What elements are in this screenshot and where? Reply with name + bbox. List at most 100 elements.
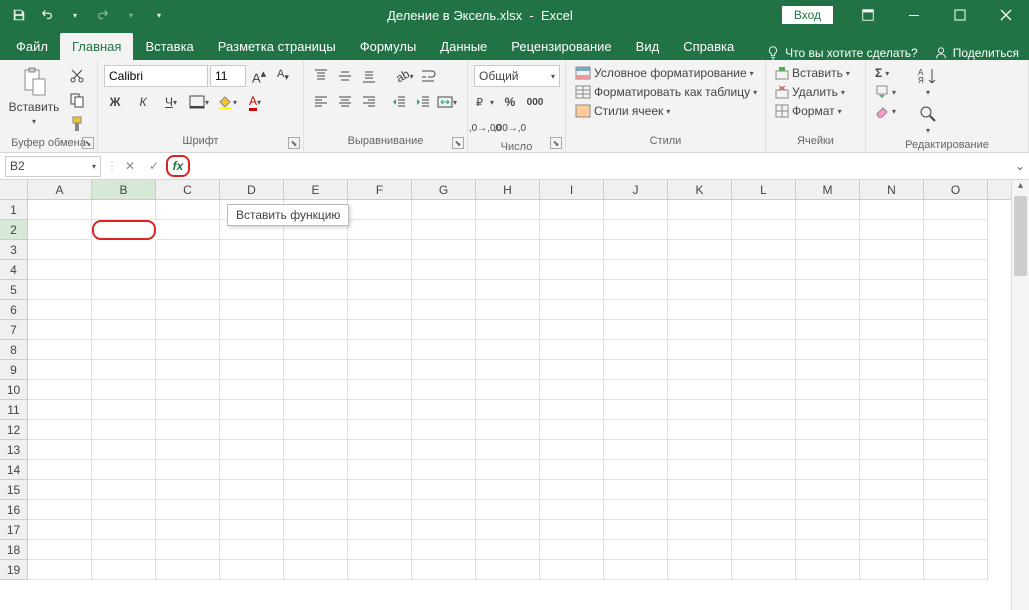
cell-G16[interactable] xyxy=(412,500,476,520)
cell-G14[interactable] xyxy=(412,460,476,480)
cell-D3[interactable] xyxy=(220,240,284,260)
cell-I13[interactable] xyxy=(540,440,604,460)
cell-G5[interactable] xyxy=(412,280,476,300)
cell-J16[interactable] xyxy=(604,500,668,520)
cell-K11[interactable] xyxy=(668,400,732,420)
cell-L13[interactable] xyxy=(732,440,796,460)
cell-B11[interactable] xyxy=(92,400,156,420)
increase-indent-button[interactable] xyxy=(412,91,434,113)
comma-button[interactable]: 000 xyxy=(524,91,546,113)
row-header-18[interactable]: 18 xyxy=(0,540,28,560)
cell-O12[interactable] xyxy=(924,420,988,440)
orientation-button[interactable]: ab▾ xyxy=(394,65,416,87)
cell-H9[interactable] xyxy=(476,360,540,380)
cell-I7[interactable] xyxy=(540,320,604,340)
column-header-A[interactable]: A xyxy=(28,180,92,199)
cell-F4[interactable] xyxy=(348,260,412,280)
cell-L19[interactable] xyxy=(732,560,796,580)
cell-K12[interactable] xyxy=(668,420,732,440)
cell-D9[interactable] xyxy=(220,360,284,380)
cell-E11[interactable] xyxy=(284,400,348,420)
cell-J5[interactable] xyxy=(604,280,668,300)
cell-K6[interactable] xyxy=(668,300,732,320)
paste-button[interactable]: Вставить ▾ xyxy=(6,65,62,128)
row-header-10[interactable]: 10 xyxy=(0,380,28,400)
cell-L17[interactable] xyxy=(732,520,796,540)
cell-N4[interactable] xyxy=(860,260,924,280)
cell-A16[interactable] xyxy=(28,500,92,520)
align-right-button[interactable] xyxy=(358,91,380,113)
cell-styles-button[interactable]: Стили ячеек▾ xyxy=(572,103,673,119)
autosum-button[interactable]: Σ▾ xyxy=(872,65,899,81)
cell-N5[interactable] xyxy=(860,280,924,300)
cell-B1[interactable] xyxy=(92,200,156,220)
cell-I19[interactable] xyxy=(540,560,604,580)
ribbon-display-options[interactable] xyxy=(845,0,891,30)
cell-F3[interactable] xyxy=(348,240,412,260)
close-button[interactable] xyxy=(983,0,1029,30)
cell-H14[interactable] xyxy=(476,460,540,480)
italic-button[interactable]: К xyxy=(132,91,154,113)
cell-M12[interactable] xyxy=(796,420,860,440)
cell-L2[interactable] xyxy=(732,220,796,240)
cell-E18[interactable] xyxy=(284,540,348,560)
cell-J11[interactable] xyxy=(604,400,668,420)
row-header-12[interactable]: 12 xyxy=(0,420,28,440)
cell-H10[interactable] xyxy=(476,380,540,400)
cell-G13[interactable] xyxy=(412,440,476,460)
cell-N1[interactable] xyxy=(860,200,924,220)
cell-K1[interactable] xyxy=(668,200,732,220)
find-select-button[interactable]: ▾ xyxy=(907,103,949,137)
cell-L18[interactable] xyxy=(732,540,796,560)
cell-I10[interactable] xyxy=(540,380,604,400)
cell-J2[interactable] xyxy=(604,220,668,240)
cell-F15[interactable] xyxy=(348,480,412,500)
align-left-button[interactable] xyxy=(310,91,332,113)
cell-K10[interactable] xyxy=(668,380,732,400)
row-header-17[interactable]: 17 xyxy=(0,520,28,540)
cell-O11[interactable] xyxy=(924,400,988,420)
cell-I16[interactable] xyxy=(540,500,604,520)
cell-B2[interactable] xyxy=(92,220,156,240)
cell-G17[interactable] xyxy=(412,520,476,540)
row-header-8[interactable]: 8 xyxy=(0,340,28,360)
cell-H1[interactable] xyxy=(476,200,540,220)
cell-N11[interactable] xyxy=(860,400,924,420)
cell-E13[interactable] xyxy=(284,440,348,460)
cell-K4[interactable] xyxy=(668,260,732,280)
undo-button[interactable] xyxy=(34,2,60,28)
cell-D14[interactable] xyxy=(220,460,284,480)
column-header-F[interactable]: F xyxy=(348,180,412,199)
cell-J15[interactable] xyxy=(604,480,668,500)
cell-I3[interactable] xyxy=(540,240,604,260)
font-size-input[interactable] xyxy=(210,65,246,87)
cell-C12[interactable] xyxy=(156,420,220,440)
cell-G18[interactable] xyxy=(412,540,476,560)
cell-J6[interactable] xyxy=(604,300,668,320)
cell-B16[interactable] xyxy=(92,500,156,520)
cell-I4[interactable] xyxy=(540,260,604,280)
cell-D8[interactable] xyxy=(220,340,284,360)
cell-J10[interactable] xyxy=(604,380,668,400)
cell-H19[interactable] xyxy=(476,560,540,580)
scroll-thumb[interactable] xyxy=(1014,196,1027,276)
cell-G10[interactable] xyxy=(412,380,476,400)
cell-F9[interactable] xyxy=(348,360,412,380)
cell-H13[interactable] xyxy=(476,440,540,460)
cell-J1[interactable] xyxy=(604,200,668,220)
column-header-D[interactable]: D xyxy=(220,180,284,199)
cell-O8[interactable] xyxy=(924,340,988,360)
cell-L9[interactable] xyxy=(732,360,796,380)
number-format-select[interactable]: Общий▾ xyxy=(474,65,560,87)
cell-I15[interactable] xyxy=(540,480,604,500)
select-all-corner[interactable] xyxy=(0,180,28,200)
cell-K13[interactable] xyxy=(668,440,732,460)
cell-J19[interactable] xyxy=(604,560,668,580)
format-painter-button[interactable] xyxy=(66,113,88,135)
cell-C5[interactable] xyxy=(156,280,220,300)
row-header-3[interactable]: 3 xyxy=(0,240,28,260)
cell-N7[interactable] xyxy=(860,320,924,340)
accounting-format-button[interactable]: ₽▾ xyxy=(474,91,496,113)
cell-A18[interactable] xyxy=(28,540,92,560)
cell-E19[interactable] xyxy=(284,560,348,580)
